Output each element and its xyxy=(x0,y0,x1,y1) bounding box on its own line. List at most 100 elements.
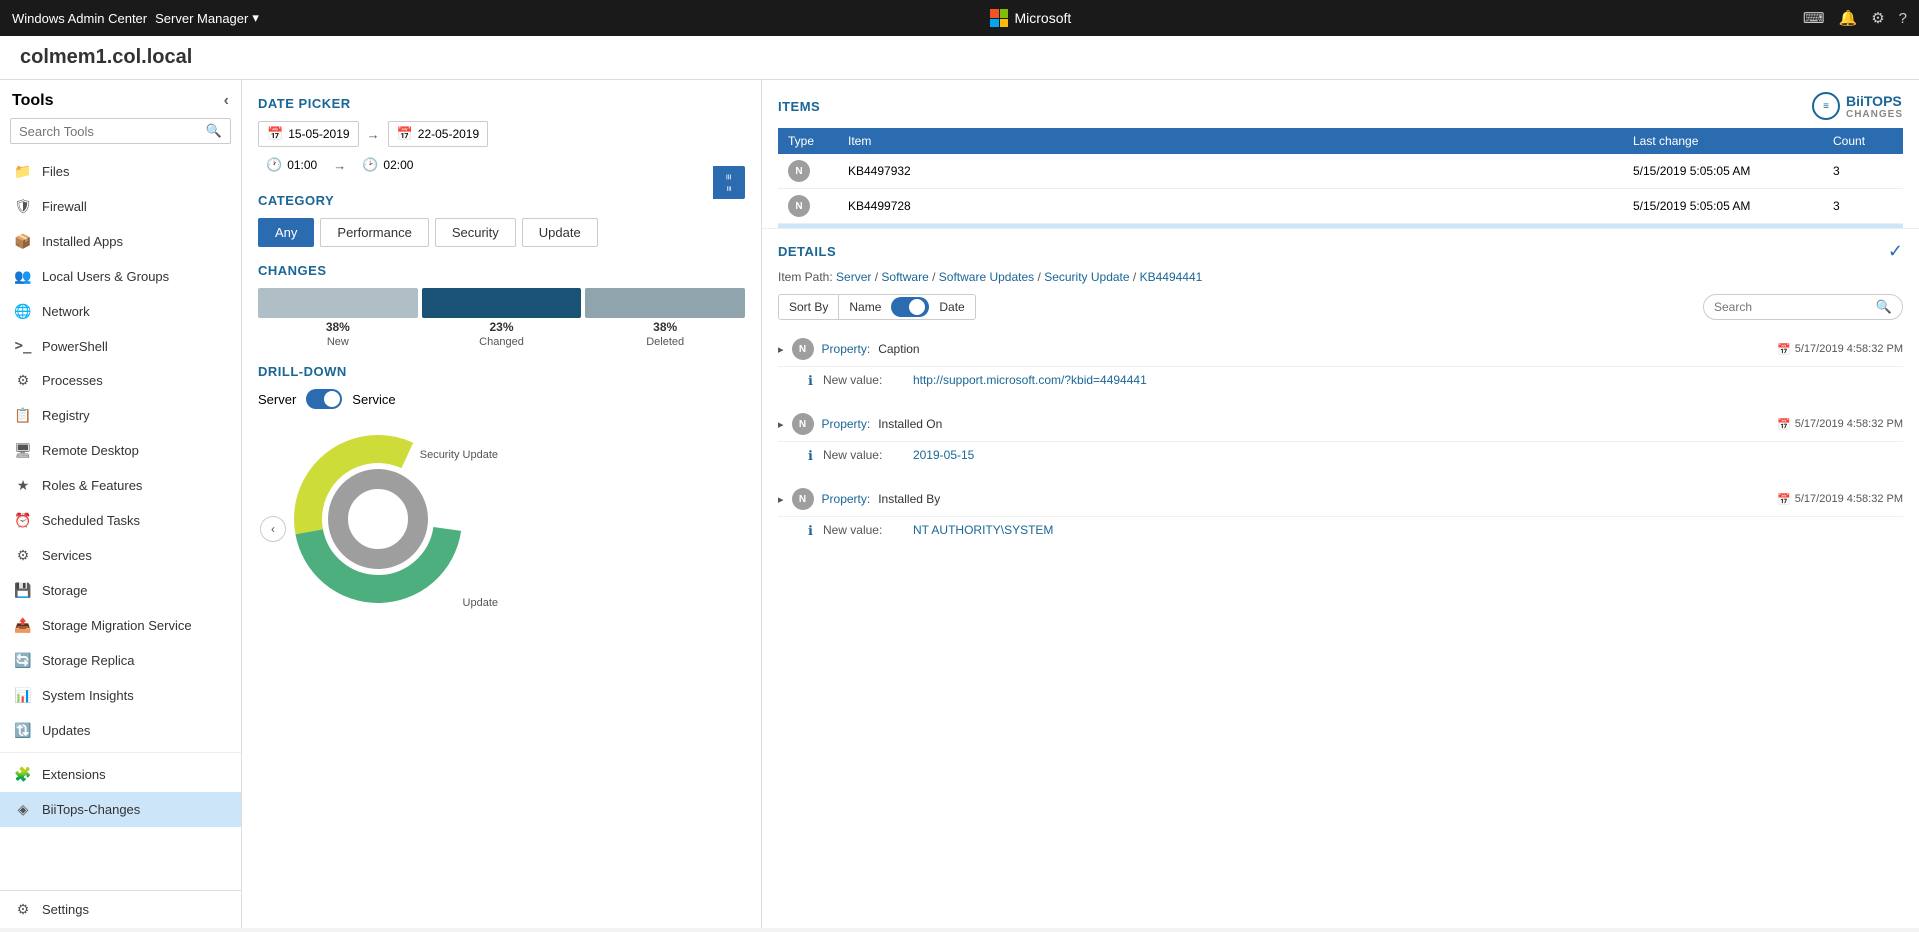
change-arrow-caption[interactable]: ▸ xyxy=(778,343,784,356)
sidebar-item-installed-apps[interactable]: 📦 Installed Apps xyxy=(0,224,241,259)
sidebar-item-firewall[interactable]: 🛡 Firewall xyxy=(0,189,241,224)
search-icon[interactable]: 🔍 xyxy=(206,123,222,139)
extensions-icon: 🧩 xyxy=(14,766,32,783)
change-deleted-pct: 38% xyxy=(653,320,677,334)
sidebar-item-extensions[interactable]: 🧩 Extensions xyxy=(0,757,241,792)
table-row[interactable]: N KB4497932 5/15/2019 5:05:05 AM 3 xyxy=(778,154,1903,189)
biitops-sidebar-tab[interactable]: ≡ ≡ xyxy=(713,166,745,199)
sidebar-item-biitops[interactable]: ◈ BiiTops-Changes xyxy=(0,792,241,827)
change-property-value-installed-on: Installed On xyxy=(878,417,942,431)
change-new-label: New xyxy=(327,336,349,348)
sidebar-item-files[interactable]: 📁 Files xyxy=(0,154,241,189)
sidebar-item-storage[interactable]: 💾 Storage xyxy=(0,573,241,608)
path-security-update[interactable]: Security Update xyxy=(1044,270,1129,284)
row-last-change: 5/15/2019 5:05:05 AM xyxy=(1623,154,1823,189)
from-date-box[interactable]: 📅 15-05-2019 xyxy=(258,121,359,147)
terminal-icon[interactable]: ⌨ xyxy=(1803,9,1825,27)
change-bar-changed-bar xyxy=(422,288,582,318)
time-picker-row: 🕐 01:00 → 🕑 02:00 xyxy=(258,153,745,177)
col-last-change: Last change xyxy=(1623,128,1823,154)
sidebar-search-container: 🔍 xyxy=(0,118,241,154)
details-search-icon[interactable]: 🔍 xyxy=(1876,299,1892,315)
sidebar-item-roles-features[interactable]: ★ Roles & Features xyxy=(0,468,241,503)
microsoft-label: Microsoft xyxy=(1014,10,1071,26)
details-header: DETAILS ✓ xyxy=(778,241,1903,262)
sort-by-label: Sort By xyxy=(779,295,839,319)
sidebar-item-label: Services xyxy=(42,548,92,563)
sidebar-item-storage-migration[interactable]: 📤 Storage Migration Service xyxy=(0,608,241,643)
path-sep-2: / xyxy=(932,270,939,284)
changes-section: CHANGES 38% New 23% Changed 38% xyxy=(258,263,745,348)
row-type: N xyxy=(778,154,838,189)
sidebar-item-processes[interactable]: ⚙ Processes xyxy=(0,363,241,398)
sidebar-collapse-button[interactable]: ‹ xyxy=(224,92,229,110)
sort-date-option[interactable]: Date xyxy=(929,295,974,319)
from-date-value: 15-05-2019 xyxy=(288,127,349,141)
sort-by-group: Sort By Name Date xyxy=(778,294,976,320)
path-software-updates[interactable]: Software Updates xyxy=(939,270,1034,284)
change-item-header-installed-on: ▸ N Property: Installed On 📅 5/17/2019 4… xyxy=(778,407,1903,442)
col-type: Type xyxy=(778,128,838,154)
change-bar-deleted: 38% Deleted xyxy=(585,288,745,348)
sidebar-item-label: Registry xyxy=(42,408,90,423)
category-any-button[interactable]: Any xyxy=(258,218,314,247)
server-manager-button[interactable]: Server Manager ▾ xyxy=(155,10,259,26)
sidebar-item-scheduled-tasks[interactable]: ⏰ Scheduled Tasks xyxy=(0,503,241,538)
change-changed-label: Changed xyxy=(479,336,524,348)
bell-icon[interactable]: 🔔 xyxy=(1839,9,1858,27)
calendar-icon-installed-by: 📅 xyxy=(1777,493,1791,506)
sidebar-item-remote-desktop[interactable]: 🖥 Remote Desktop xyxy=(0,433,241,468)
details-collapse-button[interactable]: ✓ xyxy=(1888,241,1903,262)
sidebar-item-label: Network xyxy=(42,304,90,319)
type-badge: N xyxy=(788,195,810,217)
sidebar-item-registry[interactable]: 📋 Registry xyxy=(0,398,241,433)
path-kb[interactable]: KB4494441 xyxy=(1140,270,1203,284)
item-path: Item Path: Server / Software / Software … xyxy=(778,270,1903,284)
path-software[interactable]: Software xyxy=(881,270,928,284)
change-property-value-installed-by: Installed By xyxy=(878,492,940,506)
sidebar-item-services[interactable]: ⚙ Services xyxy=(0,538,241,573)
donut-prev-button[interactable]: ‹ xyxy=(260,516,286,542)
sidebar-search-box[interactable]: 🔍 xyxy=(10,118,231,144)
sidebar-item-label: Extensions xyxy=(42,767,106,782)
sidebar-item-network[interactable]: 🌐 Network xyxy=(0,294,241,329)
search-input[interactable] xyxy=(19,124,200,139)
category-security-button[interactable]: Security xyxy=(435,218,516,247)
new-value-label-installed-on: New value: xyxy=(823,448,903,462)
table-row-selected[interactable]: N KB4494441 5/17/2019 4:58:32 PM 3 xyxy=(778,224,1903,229)
sidebar-item-system-insights[interactable]: 📊 System Insights xyxy=(0,678,241,713)
datepicker-title: DATE PICKER xyxy=(258,96,745,111)
to-date-box[interactable]: 📅 22-05-2019 xyxy=(388,121,489,147)
details-search-box[interactable]: 🔍 xyxy=(1703,294,1903,320)
clock-from-icon: 🕐 xyxy=(266,157,282,173)
sidebar-item-label: Updates xyxy=(42,723,90,738)
table-row[interactable]: N KB4499728 5/15/2019 5:05:05 AM 3 xyxy=(778,189,1903,224)
path-server[interactable]: Server xyxy=(836,270,871,284)
change-arrow-installed-by[interactable]: ▸ xyxy=(778,493,784,506)
details-search-input[interactable] xyxy=(1714,300,1870,314)
settings-item[interactable]: ⚙ Settings xyxy=(0,890,241,928)
sidebar-item-local-users[interactable]: 👥 Local Users & Groups xyxy=(0,259,241,294)
files-icon: 📁 xyxy=(14,163,32,180)
roles-features-icon: ★ xyxy=(14,477,32,494)
category-buttons: Any Performance Security Update xyxy=(258,218,745,247)
to-time-box[interactable]: 🕑 02:00 xyxy=(354,153,421,177)
change-arrow-installed-on[interactable]: ▸ xyxy=(778,418,784,431)
sidebar-item-powershell[interactable]: >_ PowerShell xyxy=(0,329,241,363)
sidebar-item-label: Firewall xyxy=(42,199,87,214)
sort-name-option[interactable]: Name xyxy=(839,295,891,319)
from-time-box[interactable]: 🕐 01:00 xyxy=(258,153,325,177)
sidebar-item-storage-replica[interactable]: 🔄 Storage Replica xyxy=(0,643,241,678)
change-bar-new-bar xyxy=(258,288,418,318)
updates-icon: 🔃 xyxy=(14,722,32,739)
category-performance-button[interactable]: Performance xyxy=(320,218,428,247)
sidebar-item-updates[interactable]: 🔃 Updates xyxy=(0,713,241,748)
category-update-button[interactable]: Update xyxy=(522,218,598,247)
right-panel: ITEMS ≡ BiiTOPS CHANGES Type xyxy=(762,80,1919,928)
server-manager-label: Server Manager xyxy=(155,11,248,26)
settings-icon[interactable]: ⚙ xyxy=(1871,9,1884,27)
sort-toggle[interactable] xyxy=(891,297,929,317)
help-icon[interactable]: ? xyxy=(1899,10,1907,27)
biitops-tab-label: ≡ xyxy=(724,186,734,191)
drilldown-toggle[interactable] xyxy=(306,389,342,409)
